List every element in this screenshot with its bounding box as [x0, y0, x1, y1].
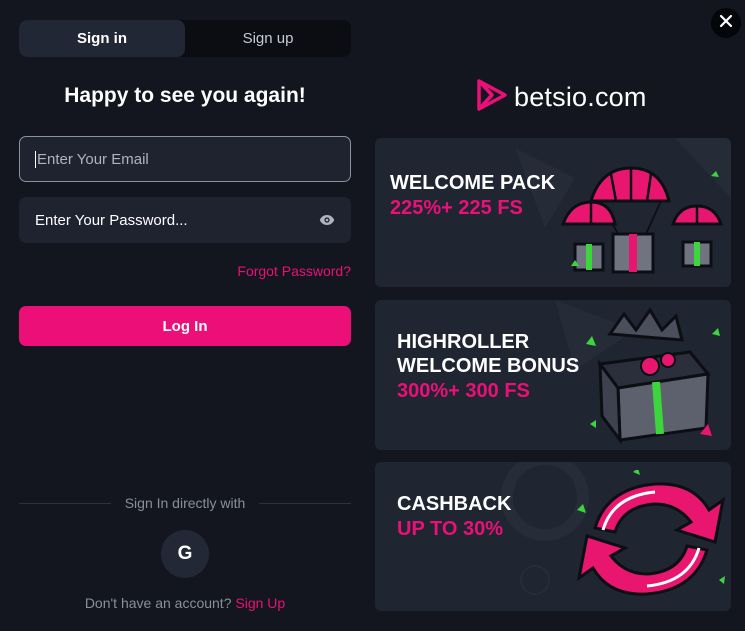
brand-logo: betsio.com [476, 78, 647, 117]
social-divider: Sign In directly with [19, 494, 352, 512]
signup-prompt: Don't have an account? Sign Up [19, 595, 351, 611]
login-button[interactable]: Log In [19, 306, 351, 346]
promo-card-cashback[interactable]: CASHBACK UP TO 30% [375, 462, 731, 611]
google-signin-button[interactable]: G [161, 530, 209, 578]
promo-subtitle: UP TO 30% [397, 518, 503, 540]
tab-sign-in[interactable]: Sign in [19, 20, 185, 57]
promo-title: CASHBACK [397, 493, 512, 515]
password-placeholder: Enter Your Password... [35, 211, 188, 229]
eye-icon[interactable] [319, 212, 335, 228]
text-caret [35, 150, 36, 168]
logo-icon [476, 78, 508, 117]
crown-chest-illustration [586, 307, 720, 445]
promo-subtitle: 300%+ 300 FS [397, 380, 530, 402]
promo-card-welcome-pack[interactable]: WELCOME PACK 225%+ 225 FS [375, 138, 731, 287]
promo-title: WELCOME PACK [390, 172, 556, 194]
close-icon [719, 14, 733, 33]
signup-link[interactable]: Sign Up [235, 595, 285, 611]
social-label: Sign In directly with [124, 495, 246, 511]
auth-tabs: Sign in Sign up [19, 20, 351, 57]
promo-title-line1: HIGHROLLER [397, 331, 530, 353]
divider-line-left [19, 502, 111, 504]
login-modal: Sign in Sign up Happy to see you again! … [0, 0, 745, 631]
promo-title-line2: WELCOME BONUS [397, 355, 580, 377]
close-button[interactable] [711, 8, 741, 38]
page-title: Happy to see you again! [64, 84, 306, 107]
password-field[interactable]: Enter Your Password... [19, 197, 351, 243]
forgot-password-link[interactable]: Forgot Password? [237, 263, 351, 279]
parachute-gifts-illustration [561, 166, 724, 274]
email-field[interactable]: Enter Your Email [19, 136, 351, 182]
cashback-arrows-illustration [576, 470, 726, 596]
email-placeholder: Enter Your Email [37, 150, 149, 168]
promo-card-highroller[interactable]: HIGHROLLER WELCOME BONUS 300%+ 300 FS [375, 300, 731, 450]
promo-subtitle: 225%+ 225 FS [390, 197, 523, 219]
divider-line-right [259, 502, 352, 504]
google-icon: G [177, 543, 193, 564]
signup-prompt-text: Don't have an account? [84, 595, 232, 611]
tab-sign-up[interactable]: Sign up [185, 20, 351, 57]
brand-name: betsio.com [514, 81, 647, 112]
